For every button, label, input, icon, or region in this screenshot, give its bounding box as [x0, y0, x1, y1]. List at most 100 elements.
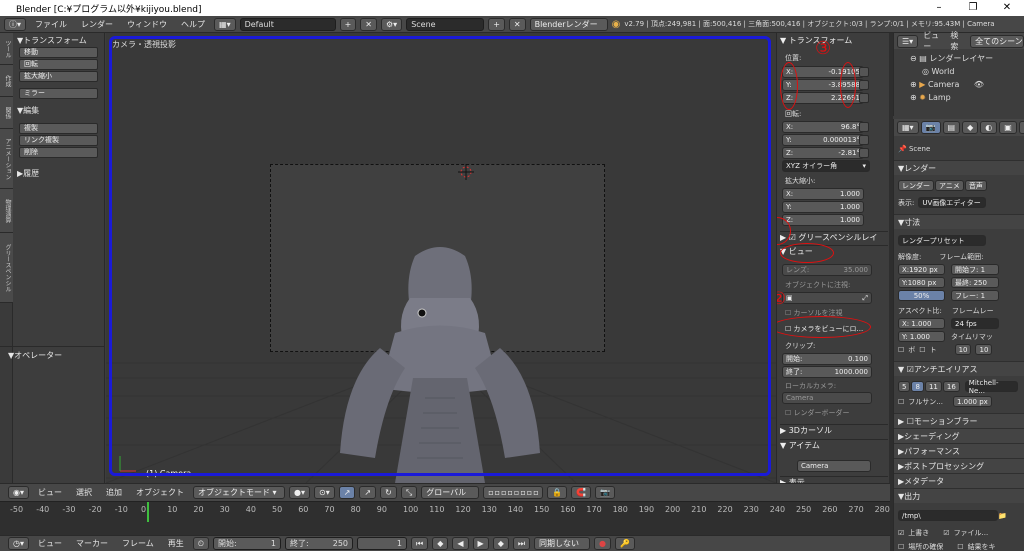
- antialiasing-section-header[interactable]: ▼ ☑ アンチエイリアス: [894, 361, 1024, 376]
- maximize-button[interactable]: ❐: [956, 0, 990, 16]
- resolution-x-field[interactable]: X:1920 px: [898, 264, 945, 275]
- output-header[interactable]: ▼ 出力: [894, 488, 1024, 503]
- grease-pencil-layer-header[interactable]: ▶ ☑ グリースペンシルレイ: [780, 231, 888, 244]
- outliner-item-camera[interactable]: ⊕ ▶ Camera 👁: [910, 78, 1024, 91]
- frame-step-field[interactable]: フレー: 1: [951, 290, 999, 301]
- view-menu[interactable]: ビュー: [33, 487, 67, 498]
- rotate-button[interactable]: 回転: [19, 59, 98, 70]
- select-menu[interactable]: 選択: [71, 487, 97, 498]
- properties-editor-icon[interactable]: ▦▾: [897, 121, 919, 134]
- placeholders-checkbox[interactable]: ☐: [898, 543, 904, 551]
- scene-icon[interactable]: ⚙▾: [381, 17, 403, 31]
- timeline[interactable]: -50 -40 -30 -20 -10 0 10 20 30 40 50 60 70 80 90 100 110…: [0, 501, 890, 535]
- timeline-editor-icon[interactable]: ◷▾: [8, 537, 29, 550]
- render-preview-icon[interactable]: 📷: [595, 486, 616, 499]
- remap-old-field[interactable]: 10: [954, 344, 972, 355]
- editor-type-icon[interactable]: ⓘ▾: [4, 17, 27, 31]
- operator-panel-header[interactable]: ▼ オペレーター: [4, 348, 62, 362]
- 3d-view-editor-icon[interactable]: ◉▾: [8, 486, 29, 499]
- scale-y-field[interactable]: Y: 1.000: [782, 201, 864, 213]
- resolution-y-field[interactable]: Y:1080 px: [898, 277, 945, 288]
- menu-file[interactable]: ファイル: [30, 19, 72, 30]
- tab-animation[interactable]: アニメーション: [0, 129, 13, 189]
- aspect-y-field[interactable]: Y: 1.000: [898, 331, 945, 342]
- layout-icon[interactable]: ▦▾: [214, 17, 236, 31]
- border-checkbox[interactable]: ☐: [898, 346, 904, 354]
- outliner-item-renderlayers[interactable]: ⊖ ▤ レンダーレイヤー: [910, 52, 1024, 65]
- clip-start-field[interactable]: 開始: 0.100: [782, 353, 872, 365]
- rotate-manipulator-icon[interactable]: ↻: [380, 486, 397, 499]
- overwrite-checkbox[interactable]: ☑: [898, 529, 904, 537]
- transform-orientation-select[interactable]: グローバル: [421, 486, 480, 499]
- scale-x-field[interactable]: X: 1.000: [782, 188, 864, 200]
- close-button[interactable]: ✕: [990, 0, 1024, 16]
- preview-range-icon[interactable]: ⏲: [192, 537, 210, 550]
- fps-select[interactable]: 24 fps: [951, 318, 999, 329]
- rotation-y-field[interactable]: Y: 0.000013°: [782, 134, 864, 146]
- post-processing-header[interactable]: ▶ ポストプロセッシング: [894, 458, 1024, 473]
- lock-loc-x-icon[interactable]: [859, 67, 869, 77]
- render-engine-select[interactable]: Blenderレンダー: [529, 17, 608, 31]
- prev-key-icon[interactable]: ◆: [432, 537, 449, 550]
- lock-loc-y-icon[interactable]: [859, 80, 869, 90]
- delete-button[interactable]: 削除: [19, 147, 98, 158]
- outliner-search-menu[interactable]: 検索: [950, 30, 965, 52]
- transform-panel-header[interactable]: ▼ トランスフォーム: [13, 33, 104, 47]
- add-menu[interactable]: 追加: [101, 487, 127, 498]
- outliner-item-lamp[interactable]: ⊕ ✹ Lamp: [910, 91, 1024, 104]
- tl-marker-menu[interactable]: マーカー: [71, 538, 113, 549]
- lens-field[interactable]: レンズ: 35.000: [782, 264, 872, 276]
- scene-tab-icon[interactable]: ◆: [962, 121, 979, 134]
- 3d-viewport[interactable]: カメラ・透視投影 (1) Camera: [106, 33, 776, 483]
- tl-frame-menu[interactable]: フレーム: [117, 538, 159, 549]
- tl-view-menu[interactable]: ビュー: [33, 538, 67, 549]
- tab-physics[interactable]: 物理演算: [0, 189, 13, 233]
- layers-tab-icon[interactable]: ▤: [942, 121, 961, 134]
- performance-header[interactable]: ▶ パフォーマンス: [894, 443, 1024, 458]
- translate-button[interactable]: 移動: [19, 47, 98, 58]
- scale-z-field[interactable]: Z: 1.000: [782, 214, 864, 226]
- tab-relations[interactable]: 関係: [0, 97, 13, 129]
- render-tab-icon[interactable]: 📷: [920, 121, 941, 134]
- translate-manipulator-icon[interactable]: ↗: [359, 486, 377, 499]
- pivot-select-icon[interactable]: ⊙▾: [314, 486, 335, 499]
- add-layout-button[interactable]: +: [339, 17, 357, 31]
- render-border-checkbox[interactable]: ☐ レンダーボーダー: [785, 408, 850, 418]
- outliner-view-menu[interactable]: ビュー: [923, 30, 945, 52]
- frame-start-field[interactable]: 開始: 1: [213, 537, 282, 550]
- output-path-field[interactable]: /tmp\: [898, 510, 998, 521]
- tab-tools[interactable]: ツール: [0, 33, 13, 65]
- render-animation-button[interactable]: アニメ: [935, 180, 964, 191]
- lock-loc-z-icon[interactable]: [859, 93, 869, 103]
- remove-scene-button[interactable]: ✕: [508, 17, 526, 31]
- remap-new-field[interactable]: 10: [975, 344, 993, 355]
- scene-field[interactable]: Scene: [406, 17, 485, 31]
- scale-button[interactable]: 拡大縮小: [19, 71, 98, 82]
- visibility-eye-icon[interactable]: 👁: [962, 80, 984, 89]
- render-audio-button[interactable]: 音声: [964, 180, 987, 191]
- aa-samples-16[interactable]: 16: [942, 381, 960, 392]
- lock-rot-y-icon[interactable]: [859, 135, 869, 145]
- record-icon[interactable]: ●: [594, 537, 612, 550]
- lock-object-field[interactable]: ▣ ⤢: [782, 292, 872, 304]
- render-image-button[interactable]: レンダー: [898, 180, 934, 191]
- metadata-header[interactable]: ▶ メタデータ: [894, 473, 1024, 488]
- local-camera-field[interactable]: Camera: [782, 392, 872, 404]
- mirror-button[interactable]: ミラー: [19, 88, 98, 99]
- filter-size-field[interactable]: 1.000 px: [952, 396, 992, 407]
- display-panel-header[interactable]: ▶ 表示: [780, 476, 888, 483]
- object-tab-icon[interactable]: ▣: [999, 121, 1017, 134]
- sync-select[interactable]: 同期しない: [534, 537, 591, 550]
- display-select[interactable]: UV画像エディター: [918, 197, 987, 208]
- aa-samples-5[interactable]: 5: [898, 381, 911, 392]
- aa-samples-8[interactable]: 8: [911, 381, 924, 392]
- frame-end-field[interactable]: 最終: 250: [951, 277, 999, 288]
- lock-camera-layers-icon[interactable]: 🔒: [547, 486, 568, 499]
- outliner-item-world[interactable]: ◎ World: [910, 65, 1024, 78]
- render-section-header[interactable]: ▼ レンダー: [894, 160, 1024, 175]
- outliner-editor-icon[interactable]: ☰▾: [897, 34, 919, 48]
- jump-end-icon[interactable]: ⏭: [512, 537, 531, 550]
- next-key-icon[interactable]: ◆: [492, 537, 509, 550]
- current-frame-field[interactable]: 1: [357, 537, 408, 550]
- file-ext-checkbox[interactable]: ☑: [943, 529, 949, 537]
